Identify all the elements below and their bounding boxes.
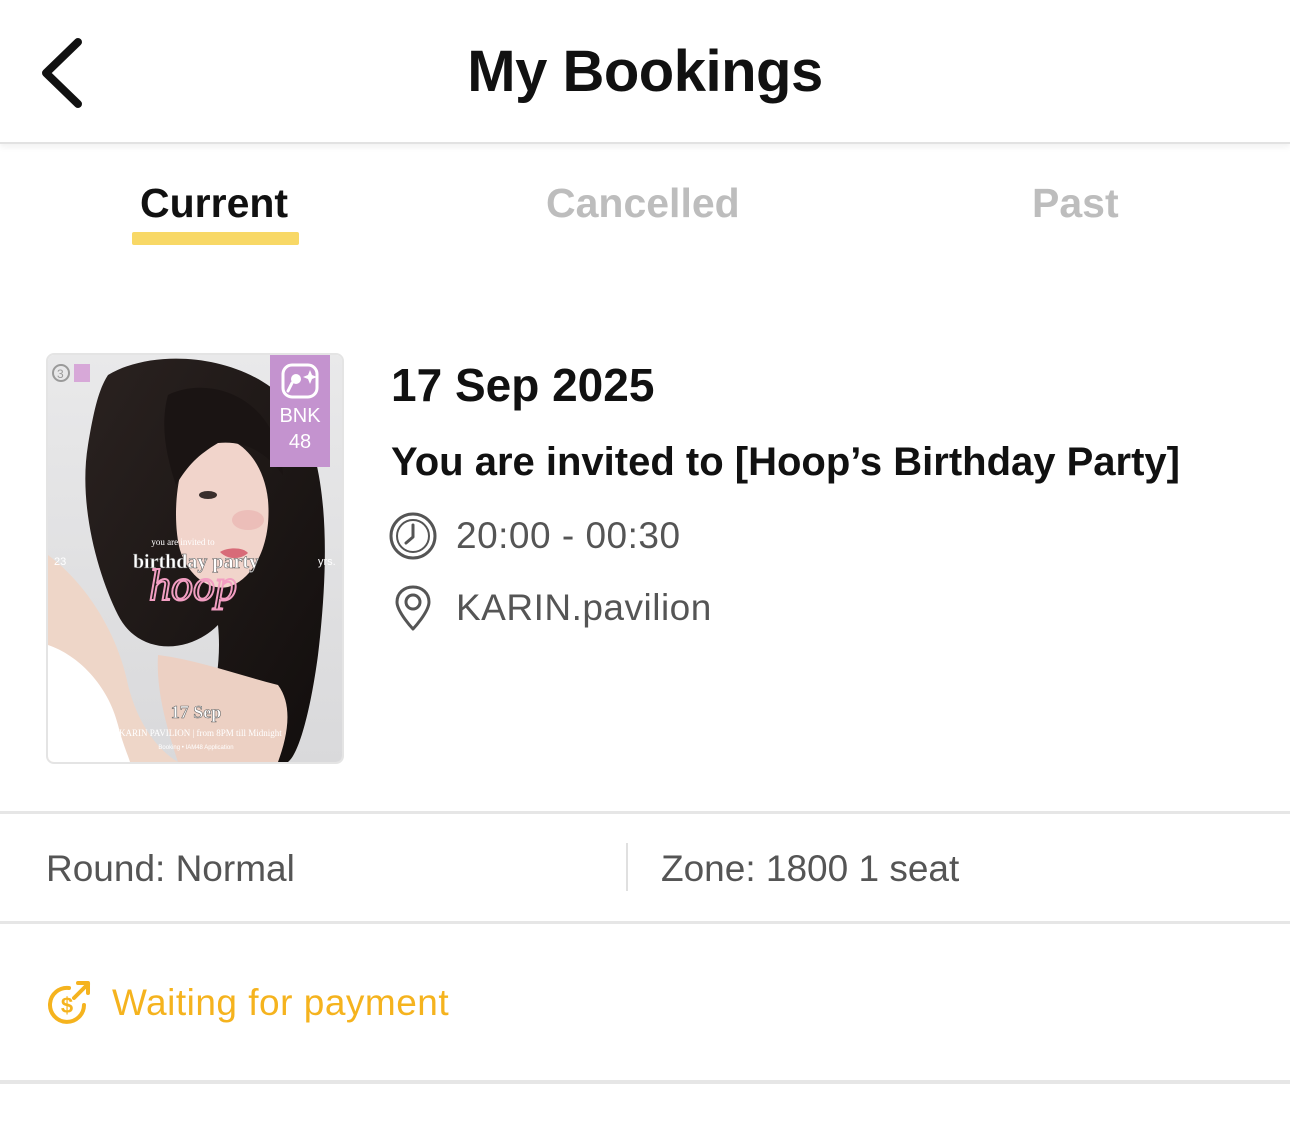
event-poster[interactable]: 3 BNK 48 you are invited to birthday par… xyxy=(46,353,344,764)
event-date: 17 Sep 2025 xyxy=(391,359,655,411)
divider xyxy=(0,811,1290,814)
poster-invite-text: you are invited to xyxy=(151,537,215,547)
svg-text:3: 3 xyxy=(57,367,64,381)
clock-icon xyxy=(389,512,437,560)
active-tab-indicator xyxy=(132,232,299,245)
page-title: My Bookings xyxy=(467,39,823,104)
badge-line2: 48 xyxy=(289,431,311,453)
poster-age-right: yrs. xyxy=(318,556,336,568)
svg-text:$: $ xyxy=(61,993,73,1018)
event-venue-row: KARIN.pavilion xyxy=(388,582,712,634)
event-venue: KARIN.pavilion xyxy=(456,587,712,628)
location-pin-icon xyxy=(395,585,431,631)
event-time-row: 20:00 - 00:30 xyxy=(388,510,681,562)
tab-bar: Current Cancelled Past xyxy=(0,180,1290,260)
divider xyxy=(0,921,1290,924)
poster-venue-line: at KARIN PAVILION | from 8PM till Midnig… xyxy=(110,728,282,738)
payment-status[interactable]: $ Waiting for payment xyxy=(44,978,449,1028)
round-info: Round: Normal xyxy=(46,848,295,889)
poster-date: 17 Sep xyxy=(171,702,222,722)
column-separator xyxy=(626,843,628,891)
event-name: You are invited to [Hoop’s Birthday Part… xyxy=(391,440,1180,484)
tab-past[interactable]: Past xyxy=(1032,180,1119,227)
poster-footer-line: Booking • IAM48 Application xyxy=(158,745,233,751)
poster-age-left: 23 xyxy=(54,556,66,568)
header-bar: My Bookings xyxy=(0,0,1290,144)
tab-cancelled[interactable]: Cancelled xyxy=(546,180,740,227)
payment-status-label: Waiting for payment xyxy=(112,982,450,1023)
tab-current[interactable]: Current xyxy=(140,180,288,227)
badge-line1: BNK xyxy=(279,405,321,427)
poster-script-name: hoop xyxy=(149,561,237,610)
event-time: 20:00 - 00:30 xyxy=(456,515,681,556)
dollar-arrow-icon: $ xyxy=(48,981,90,1024)
divider xyxy=(0,1080,1290,1084)
zone-info: Zone: 1800 1 seat xyxy=(661,848,960,889)
